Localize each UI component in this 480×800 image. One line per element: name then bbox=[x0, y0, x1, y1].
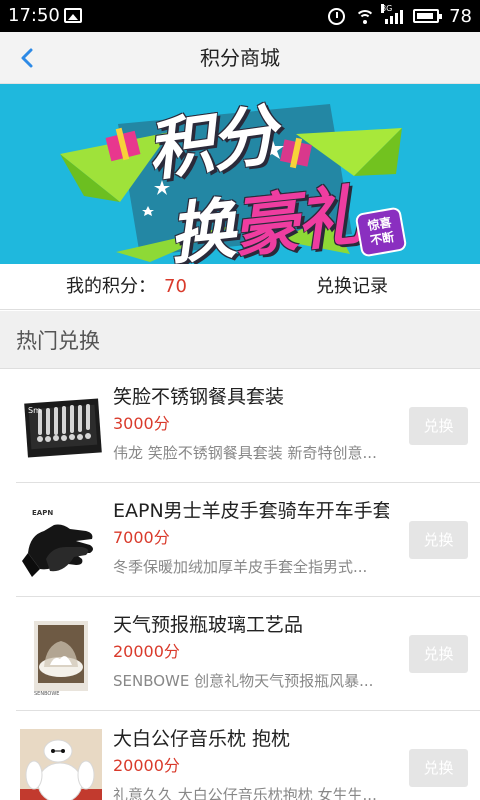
svg-text:EAPN: EAPN bbox=[32, 509, 53, 517]
baymax-pillow-image bbox=[20, 729, 102, 800]
item-price: 20000分 bbox=[113, 642, 180, 661]
item-description: 伟龙 笑脸不锈钢餐具套装 新奇特创意... bbox=[113, 444, 377, 462]
item-description: 冬季保暖加绒加厚羊皮手套全指男式... bbox=[113, 558, 368, 576]
list-item[interactable]: 大白公仔音乐枕 抱枕 20000分 礼意久久 大白公仔音乐枕抱枕 女生生... … bbox=[0, 711, 480, 800]
item-name: 大白公仔音乐枕 抱枕 bbox=[113, 728, 291, 750]
hot-exchange-header: 热门兑换 bbox=[0, 311, 480, 369]
promo-banner[interactable]: 积分 换豪礼 惊喜 不断 bbox=[0, 84, 480, 264]
image-notification-icon bbox=[64, 8, 82, 23]
network-type-label: 3G bbox=[381, 4, 393, 13]
exchange-button[interactable]: 兑换 bbox=[409, 521, 468, 559]
surprise-badge: 惊喜 不断 bbox=[354, 206, 408, 258]
svg-text:SENBOWE: SENBOWE bbox=[34, 691, 59, 697]
item-name: 天气预报瓶玻璃工艺品 bbox=[113, 614, 304, 636]
list-item[interactable]: EAPN EAPN男士羊皮手套骑车开车手套 7000分 冬季保暖加绒加厚羊皮手套… bbox=[0, 483, 480, 597]
leather-gloves-image: EAPN bbox=[20, 501, 102, 583]
exchange-button[interactable]: 兑换 bbox=[409, 749, 468, 787]
cellular-signal-icon: 3G bbox=[381, 4, 404, 24]
item-name: EAPN男士羊皮手套骑车开车手套 bbox=[113, 500, 389, 522]
page-title: 积分商城 bbox=[200, 46, 280, 70]
svg-text:Sm: Sm bbox=[28, 406, 41, 415]
item-description: 礼意久久 大白公仔音乐枕抱枕 女生生... bbox=[113, 786, 377, 800]
item-description: SENBOWE 创意礼物天气预报瓶风暴... bbox=[113, 672, 374, 690]
item-price: 7000分 bbox=[113, 528, 170, 547]
nav-bar: 积分商城 bbox=[0, 32, 480, 84]
status-bar: 17:50 3G 78 bbox=[0, 0, 480, 32]
list-item[interactable]: Sm 笑脸不锈钢餐具套装 3000分 伟龙 笑脸不锈钢餐具套装 新奇特创意...… bbox=[0, 369, 480, 483]
section-title: 热门兑换 bbox=[16, 329, 100, 353]
exchange-record-link[interactable]: 兑换记录 bbox=[316, 274, 388, 300]
item-price: 3000分 bbox=[113, 414, 170, 433]
status-time: 17:50 bbox=[8, 5, 60, 26]
alarm-icon bbox=[328, 7, 346, 25]
storm-glass-image: SENBOWE bbox=[20, 615, 102, 697]
battery-percent: 78 bbox=[449, 5, 472, 27]
exchange-button[interactable]: 兑换 bbox=[409, 635, 468, 673]
item-name: 笑脸不锈钢餐具套装 bbox=[113, 386, 285, 408]
battery-icon bbox=[413, 9, 443, 23]
item-price: 20000分 bbox=[113, 756, 180, 775]
wifi-icon bbox=[355, 8, 376, 24]
exchange-button[interactable]: 兑换 bbox=[409, 407, 468, 445]
my-points-value: 70 bbox=[164, 276, 187, 297]
my-points-label: 我的积分： bbox=[66, 276, 156, 297]
cutlery-set-image: Sm bbox=[20, 387, 102, 469]
my-points-row: 我的积分： 70 兑换记录 bbox=[0, 264, 480, 310]
list-item[interactable]: SENBOWE 天气预报瓶玻璃工艺品 20000分 SENBOWE 创意礼物天气… bbox=[0, 597, 480, 711]
